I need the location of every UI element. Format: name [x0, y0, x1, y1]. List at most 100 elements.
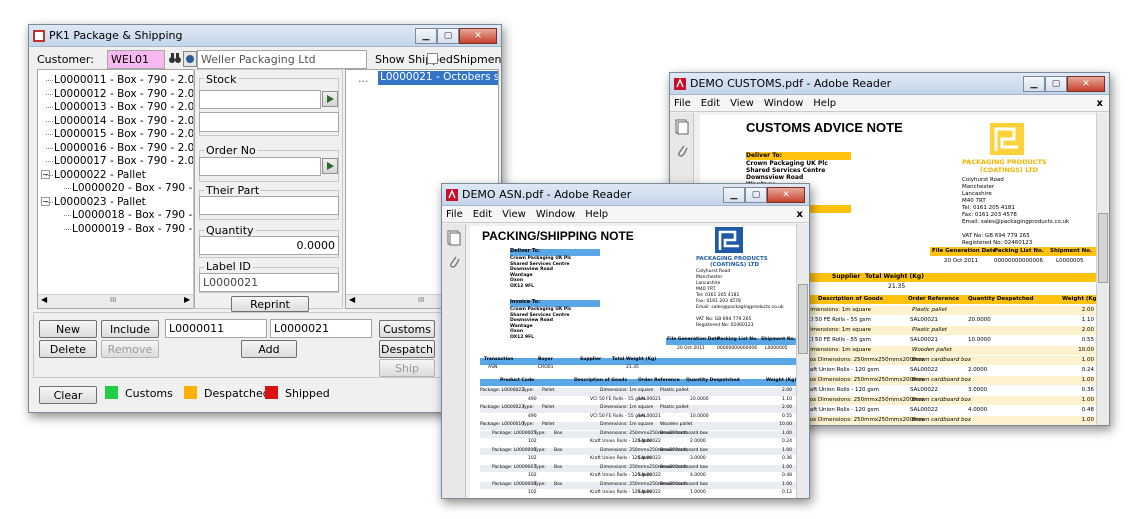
asn-scroll-thumb[interactable]: [798, 284, 808, 354]
scroll-right-icon[interactable]: ▶: [184, 295, 190, 304]
pk1-titlebar[interactable]: PK1 Package & Shipping ▁ ▢ ✕: [29, 25, 501, 47]
table-cell: 0.36: [781, 456, 792, 461]
menu-file[interactable]: File: [446, 209, 463, 220]
include-button[interactable]: Include: [101, 320, 159, 338]
maximize-button[interactable]: ▢: [1045, 75, 1067, 92]
shipment-expander[interactable]: ...: [358, 72, 369, 85]
attachment-icon[interactable]: [447, 254, 461, 270]
menu-edit[interactable]: Edit: [701, 98, 720, 109]
scroll-left-icon[interactable]: ◀: [349, 295, 355, 304]
tree-item[interactable]: L0000012 - Box - 790 - 2.0000: [54, 88, 194, 100]
asn-pdf-window[interactable]: DEMO ASN.pdf - Adobe Reader ▁ ▢ ✕ File E…: [441, 183, 810, 499]
table-cell: 1.00: [781, 464, 792, 470]
range-to-field[interactable]: L0000021: [270, 319, 372, 338]
stock-go-button[interactable]: [322, 91, 338, 107]
binoculars-icon[interactable]: [168, 51, 182, 67]
ship-button[interactable]: Ship: [379, 359, 435, 377]
tree-item[interactable]: L0000017 - Box - 790 - 2.0000: [54, 155, 194, 167]
tree-item[interactable]: L0000020 - Box - 790 - 2.000: [72, 182, 194, 194]
table-cell: Brown cardboard box: [912, 397, 972, 403]
order-no-field[interactable]: [199, 157, 321, 176]
tree-item[interactable]: L0000022 - Pallet: [54, 169, 146, 181]
transaction-value: 21.35: [626, 365, 639, 370]
range-from-field[interactable]: L0000011: [165, 319, 267, 338]
add-button[interactable]: Add: [241, 340, 297, 358]
new-button[interactable]: New: [39, 320, 97, 338]
tree-hscrollbar[interactable]: ◀ III ▶: [38, 294, 194, 308]
maximize-button[interactable]: ▢: [437, 27, 459, 44]
customs-pdf-titlebar[interactable]: DEMO CUSTOMS.pdf - Adobe Reader ▁ ▢ ✕: [670, 73, 1109, 95]
customs-button[interactable]: Customs: [379, 320, 435, 338]
tree-item[interactable]: L0000016 - Box - 790 - 2.0000: [54, 142, 194, 154]
close-button[interactable]: ✕: [767, 186, 805, 203]
quantity-field[interactable]: 0.0000: [199, 236, 339, 255]
asn-pdf-scrollbar[interactable]: [796, 224, 809, 498]
tree-connector: [64, 215, 71, 216]
shipment-item[interactable]: L0000021 - Octobers shipme: [378, 71, 498, 85]
customer-name-field[interactable]: Weller Packaging Ltd: [197, 50, 367, 69]
minimize-button[interactable]: ▁: [415, 27, 437, 44]
info-value: 00000000000006: [994, 258, 1043, 264]
supplier-header: Supplier: [832, 273, 861, 280]
table-cell: 2.00: [781, 388, 792, 393]
stock-field[interactable]: [199, 90, 321, 109]
table-cell: Box Dimensions: 250mmx250mmx200mm: [806, 397, 924, 403]
menu-help[interactable]: Help: [585, 209, 608, 220]
tree-item[interactable]: L0000023 - Pallet: [54, 196, 146, 208]
minimize-button[interactable]: ▁: [1023, 75, 1045, 92]
table-cell: Brown cardboard box: [660, 447, 708, 453]
table-header: Product Code: [500, 378, 535, 383]
tree-item[interactable]: L0000013 - Box - 790 - 2.0000: [54, 101, 194, 113]
refresh-icon[interactable]: [183, 51, 197, 67]
pk1-title: PK1 Package & Shipping: [49, 29, 183, 42]
tree-connector: [46, 201, 53, 203]
menu-edit[interactable]: Edit: [473, 209, 492, 220]
clear-button[interactable]: Clear: [39, 386, 97, 404]
menu-view[interactable]: View: [502, 209, 526, 220]
doc-close-button[interactable]: x: [1097, 98, 1103, 109]
customs-pdf-scrollbar[interactable]: [1096, 113, 1109, 425]
scroll-left-icon[interactable]: ◀: [41, 295, 47, 304]
tree-item[interactable]: L0000018 - Box - 790 - 2.000: [72, 209, 194, 221]
address-line: Registered No: 02460123: [962, 240, 1033, 246]
menu-file[interactable]: File: [674, 98, 691, 109]
scroll-grip[interactable]: III: [110, 296, 116, 304]
customs-scroll-thumb[interactable]: [1098, 213, 1108, 283]
order-no-go-button[interactable]: [322, 158, 338, 174]
asn-pdf-titlebar[interactable]: DEMO ASN.pdf - Adobe Reader ▁ ▢ ✕: [442, 184, 809, 206]
pages-icon[interactable]: [675, 119, 689, 135]
menu-view[interactable]: View: [730, 98, 754, 109]
scroll-grip[interactable]: III: [418, 296, 424, 304]
customer-code-field[interactable]: WEL01: [107, 50, 165, 69]
doc-close-button[interactable]: x: [797, 209, 803, 220]
attachment-icon[interactable]: [675, 143, 689, 159]
menu-help[interactable]: Help: [813, 98, 836, 109]
reprint-button[interactable]: Reprint: [231, 296, 309, 312]
stock-detail-field[interactable]: [199, 112, 339, 132]
their-part-field[interactable]: [199, 196, 339, 215]
show-shipped-checkbox[interactable]: [427, 53, 438, 64]
close-button[interactable]: ✕: [1067, 75, 1105, 92]
menu-window[interactable]: Window: [536, 209, 575, 220]
maximize-button[interactable]: ▢: [745, 186, 767, 203]
tree-item[interactable]: L0000019 - Box - 790 - 2.000: [72, 223, 194, 235]
close-button[interactable]: ✕: [459, 27, 497, 44]
pages-icon[interactable]: [447, 230, 461, 246]
menu-window[interactable]: Window: [764, 98, 803, 109]
tree-item[interactable]: L0000011 - Box - 790 - 2.0000: [54, 74, 194, 86]
pk1-window[interactable]: PK1 Package & Shipping ▁ ▢ ✕ Customer: W…: [28, 24, 502, 413]
minimize-button[interactable]: ▁: [723, 186, 745, 203]
table-cell: Dimensions: 1m square: [600, 388, 654, 393]
label-id-field[interactable]: L0000021: [199, 273, 339, 292]
tree-item[interactable]: L0000015 - Box - 790 - 2.0000: [54, 128, 194, 140]
table-cell: 4.0000: [690, 473, 706, 478]
despatch-button[interactable]: Despatch: [379, 340, 435, 358]
package-tree[interactable]: L0000011 - Box - 790 - 2.0000 L0000012 - …: [37, 69, 195, 309]
table-cell: Plastic pallet: [660, 388, 689, 393]
tree-item[interactable]: L0000014 - Box - 790 - 2.0000: [54, 115, 194, 127]
remove-button[interactable]: Remove: [101, 340, 159, 358]
table-cell: 0.24: [781, 439, 792, 444]
table-cell: 2.0000: [690, 439, 706, 444]
delete-button[interactable]: Delete: [39, 340, 97, 358]
label-id-label: Label ID: [204, 260, 253, 273]
